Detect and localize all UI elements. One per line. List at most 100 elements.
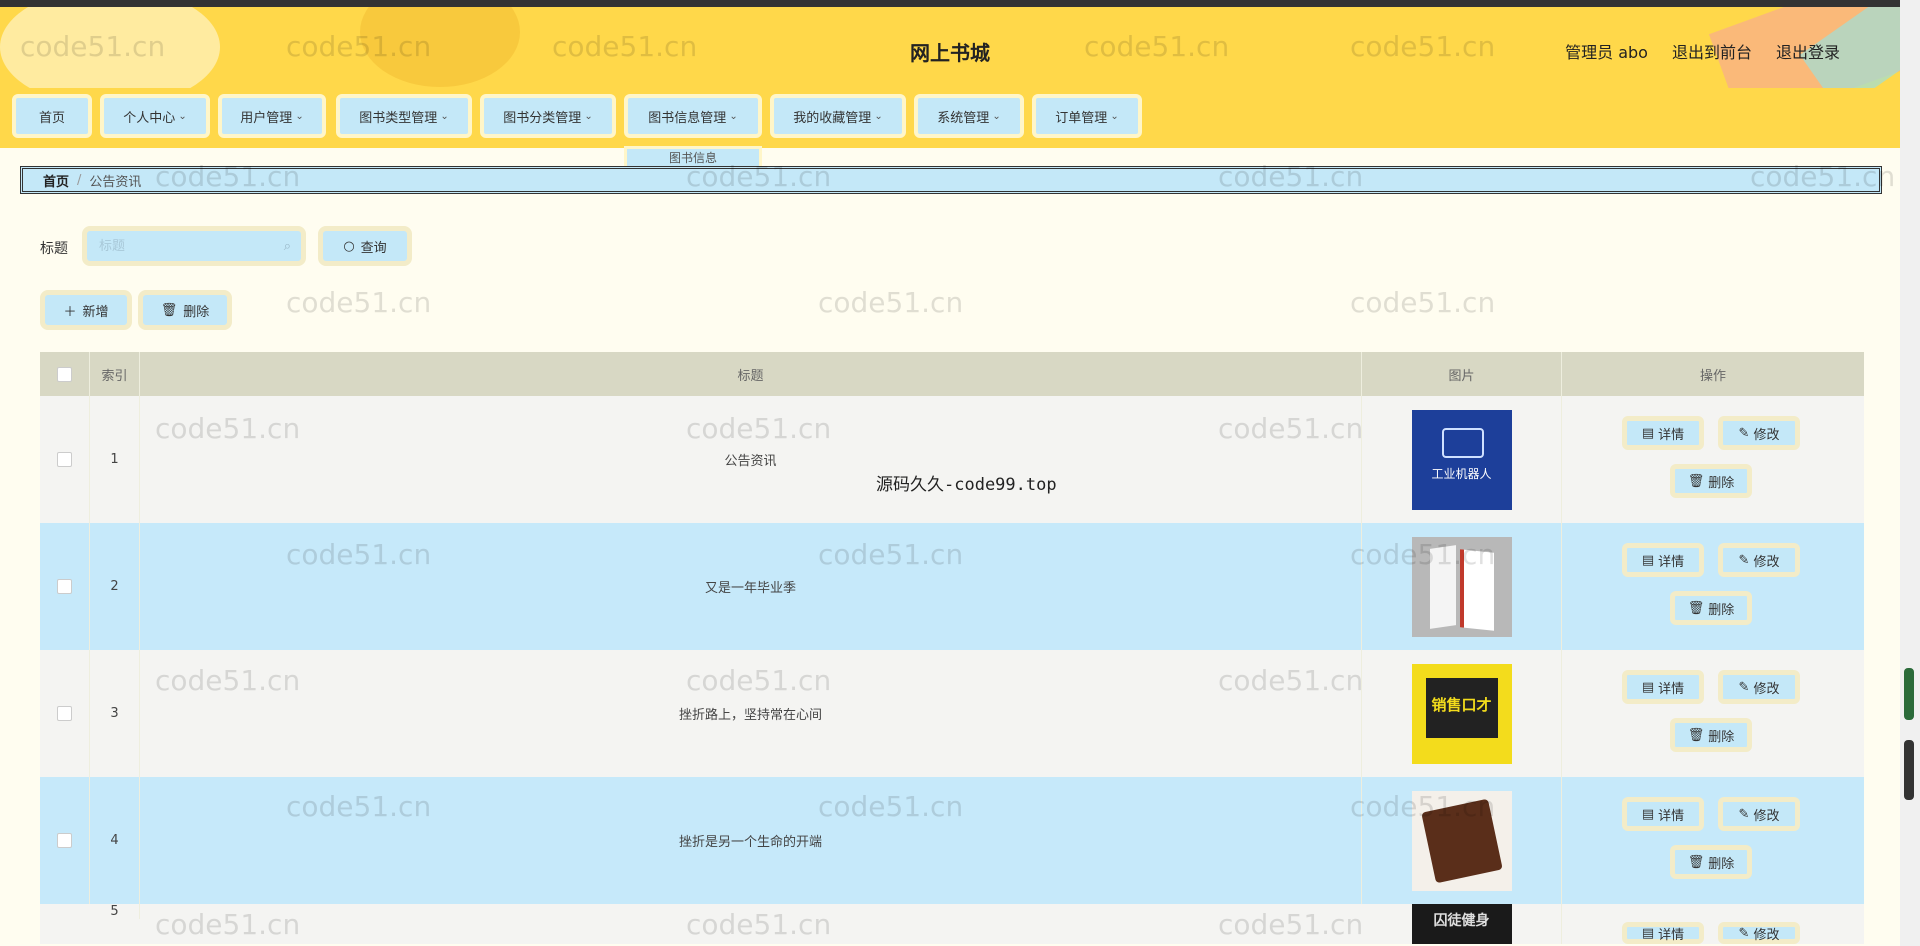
column-header-index: 索引 — [90, 352, 140, 396]
breadcrumb-separator: / — [77, 172, 82, 188]
detail-button[interactable]: ▤ 详情 — [1622, 543, 1704, 577]
scrollbar-thumb[interactable] — [1904, 668, 1914, 720]
detail-button[interactable]: ▤ 详情 — [1622, 670, 1704, 704]
trash-icon: 🗑 — [1687, 854, 1705, 870]
detail-button[interactable]: ▤ 详情 — [1622, 922, 1704, 944]
chevron-down-icon: ⌄ — [1110, 110, 1119, 122]
document-icon: ▤ — [1641, 552, 1655, 568]
nav-item-personal-center[interactable]: 个人中心 ⌄ — [100, 94, 210, 138]
search-label: 标题 — [40, 241, 68, 257]
overlay-watermark-text: 源码久久-code99.top — [876, 475, 1057, 495]
row-image-cell — [1362, 523, 1562, 650]
add-button[interactable]: ＋ 新增 — [40, 290, 132, 330]
search-button-label: 查询 — [360, 240, 387, 256]
trash-icon: 🗑 — [160, 302, 178, 318]
nav-item-user-management[interactable]: 用户管理 ⌄ — [218, 94, 326, 138]
document-icon: ▤ — [1641, 679, 1655, 695]
row-image-cell — [1362, 777, 1562, 904]
nav-item-book-type-management[interactable]: 图书类型管理 ⌄ — [336, 94, 472, 138]
to-front-link[interactable]: 退出到前台 — [1672, 39, 1752, 63]
document-icon: ▤ — [1641, 806, 1655, 822]
delete-button[interactable]: 🗑 删除 — [1670, 718, 1752, 752]
edit-button[interactable]: ✎ 修改 — [1718, 416, 1800, 450]
row-actions: ▤ 详情 ✎ 修改 — [1562, 904, 1864, 944]
nav-item-book-info-management[interactable]: 图书信息管理 ⌄ — [624, 94, 762, 138]
column-header-actions: 操作 — [1699, 368, 1726, 384]
row-checkbox[interactable] — [57, 452, 72, 467]
pencil-icon: ✎ — [1738, 552, 1750, 568]
chevron-down-icon: ⌄ — [178, 110, 187, 122]
breadcrumb-home[interactable]: 首页 — [43, 171, 69, 190]
book-cover-image: 囚徒健身 — [1411, 904, 1512, 944]
trash-icon: 🗑 — [1687, 473, 1705, 489]
search-field-wrapper: ⌕ — [82, 226, 306, 266]
delete-button[interactable]: 🗑 删除 — [1670, 464, 1752, 498]
nav-item-label: 图书类型管理 — [359, 110, 438, 126]
nav-item-label: 用户管理 — [240, 110, 293, 126]
edit-button[interactable]: ✎ 修改 — [1718, 670, 1800, 704]
row-checkbox[interactable] — [57, 706, 72, 721]
nav-item-book-category-management[interactable]: 图书分类管理 ⌄ — [480, 94, 616, 138]
row-checkbox-cell — [40, 650, 90, 777]
edit-button[interactable]: ✎ 修改 — [1718, 543, 1800, 577]
select-all-checkbox[interactable] — [57, 366, 72, 382]
delete-button[interactable]: 🗑 删除 — [1670, 591, 1752, 625]
book-shape — [1429, 544, 1456, 629]
edit-label: 修改 — [1753, 427, 1780, 443]
user-label: 管理员 abo — [1565, 43, 1648, 62]
nav-item-order-management[interactable]: 订单管理 ⌄ — [1032, 94, 1142, 138]
row-checkbox-cell — [40, 396, 90, 523]
edit-button[interactable]: ✎ 修改 — [1718, 797, 1800, 831]
nav-item-label: 个人中心 — [123, 110, 176, 126]
column-header-title: 标题 — [140, 352, 1362, 396]
cover-title: 销售口才 — [1431, 695, 1492, 714]
nav-item-favorites-management[interactable]: 我的收藏管理 ⌄ — [770, 94, 906, 138]
search-input[interactable] — [97, 237, 284, 255]
edit-label: 修改 — [1753, 927, 1780, 943]
row-actions-group: ▤ 详情 ✎ 修改 🗑 删除 — [1562, 523, 1864, 650]
edit-label: 修改 — [1753, 554, 1780, 570]
edit-button[interactable]: ✎ 修改 — [1718, 922, 1800, 944]
row-actions: ▤ 详情 ✎ 修改 🗑 删除 — [1562, 396, 1864, 523]
detail-button[interactable]: ▤ 详情 — [1622, 797, 1704, 831]
page-scrollbar[interactable] — [1900, 0, 1920, 946]
cover-title: 工业机器人 — [1431, 466, 1492, 481]
delete-label: 删除 — [1708, 475, 1735, 491]
column-header-image: 图片 — [1362, 352, 1562, 396]
chevron-down-icon: ⌄ — [440, 110, 449, 122]
notice-table: 索引 标题 图片 操作 1 公告资讯 工业机器人 ▤ 详情 ✎ 修改 🗑 删除 2 又… — [40, 352, 1864, 944]
nav-item-home[interactable]: 首页 — [12, 94, 92, 138]
table-row: 5 囚徒健身 ▤ 详情 ✎ 修改 — [40, 904, 1864, 944]
table-row: 1 公告资讯 工业机器人 ▤ 详情 ✎ 修改 🗑 删除 — [40, 396, 1864, 523]
add-button-label: 新增 — [82, 304, 109, 320]
logout-link[interactable]: 退出登录 — [1776, 39, 1840, 63]
row-actions-group: ▤ 详情 ✎ 修改 🗑 删除 — [1562, 650, 1864, 777]
batch-delete-button[interactable]: 🗑 删除 — [138, 290, 232, 330]
row-title: 挫折路上，坚持常在心间 — [140, 650, 1362, 777]
nav-item-system-management[interactable]: 系统管理 ⌄ — [914, 94, 1024, 138]
main-nav: 首页 个人中心 ⌄ 用户管理 ⌄ 图书类型管理 ⌄ 图书分类管理 ⌄ 图书信息管理 ⌄ 我… — [0, 88, 1900, 148]
detail-button[interactable]: ▤ 详情 — [1622, 416, 1704, 450]
chevron-down-icon: ⌄ — [992, 110, 1001, 122]
book-shape — [1420, 798, 1503, 883]
edit-label: 修改 — [1753, 681, 1780, 697]
select-all-cell — [40, 352, 90, 396]
robot-icon — [1441, 427, 1484, 458]
trash-icon: 🗑 — [1687, 600, 1705, 616]
search-icon: ⌕ — [283, 238, 291, 254]
row-index: 3 — [90, 650, 140, 777]
detail-label: 详情 — [1658, 808, 1685, 824]
search-button[interactable]: ○ 查询 — [318, 226, 412, 266]
row-checkbox[interactable] — [57, 579, 72, 594]
watermark: code51.cn — [286, 286, 432, 319]
pencil-icon: ✎ — [1738, 425, 1750, 441]
scrollbar-thumb[interactable] — [1904, 740, 1914, 800]
nav-item-label: 首页 — [38, 110, 65, 126]
document-icon: ▤ — [1641, 425, 1655, 441]
pencil-icon: ✎ — [1738, 925, 1750, 941]
row-checkbox[interactable] — [57, 833, 72, 848]
row-index: 5 — [90, 904, 140, 919]
document-icon: ▤ — [1641, 925, 1655, 941]
plus-icon: ＋ — [63, 304, 77, 320]
delete-button[interactable]: 🗑 删除 — [1670, 845, 1752, 879]
